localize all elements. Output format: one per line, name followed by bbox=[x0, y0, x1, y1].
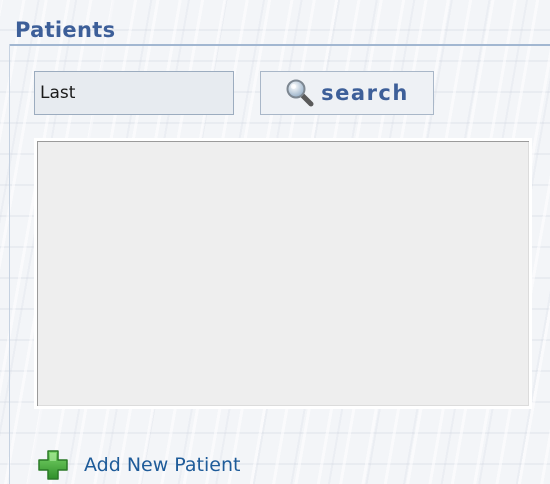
green-plus-icon bbox=[37, 449, 69, 481]
patient-results-list[interactable] bbox=[34, 138, 532, 409]
search-button-label: search bbox=[321, 81, 409, 105]
last-name-search-input[interactable] bbox=[34, 71, 234, 115]
title-divider bbox=[9, 44, 550, 46]
add-new-patient-label: Add New Patient bbox=[84, 454, 241, 476]
panel-left-border bbox=[9, 44, 10, 484]
add-new-patient-link[interactable]: Add New Patient bbox=[37, 449, 240, 481]
search-button[interactable]: search bbox=[260, 71, 434, 115]
patients-panel: Patients search bbox=[0, 0, 550, 484]
panel-title: Patients bbox=[15, 18, 116, 42]
magnifier-icon bbox=[285, 78, 315, 108]
